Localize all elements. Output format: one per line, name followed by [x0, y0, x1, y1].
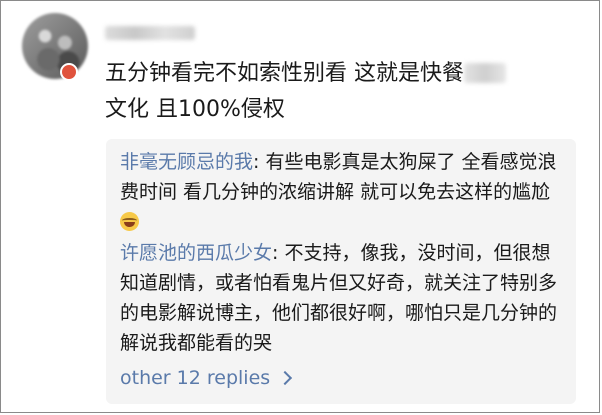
laughing-crying-emoji-icon	[120, 212, 139, 231]
reply-item: 非毫无顾忌的我: 有些电影真是太狗屎了 全看感觉浪费时间 看几分钟的浓缩讲解 就…	[120, 147, 560, 237]
reply-username[interactable]: 许愿池的西瓜少女	[120, 242, 272, 264]
more-replies-link[interactable]: other 12 replies	[120, 367, 293, 389]
blurred-text	[464, 63, 506, 83]
comment-text: 五分钟看完不如索性别看 这就是快餐 文化 且100%侵权	[105, 56, 575, 128]
replies-panel: 非毫无顾忌的我: 有些电影真是太狗屎了 全看感觉浪费时间 看几分钟的浓缩讲解 就…	[106, 139, 576, 404]
more-replies-label[interactable]: other 12 replies	[120, 367, 270, 389]
reply-username[interactable]: 非毫无顾忌的我	[120, 151, 253, 173]
username-blurred[interactable]	[105, 26, 195, 40]
avatar[interactable]	[22, 13, 88, 79]
verified-badge-icon	[60, 63, 78, 81]
chevron-right-icon	[278, 370, 293, 386]
comment-text-part1: 五分钟看完不如索性别看 这就是快餐	[105, 61, 464, 86]
reply-item: 许愿池的西瓜少女: 不支持，像我，没时间，但很想知道剧情，或者怕看鬼片但又好奇，…	[120, 238, 560, 358]
comment-text-part2: 文化 且100%侵权	[105, 97, 285, 122]
